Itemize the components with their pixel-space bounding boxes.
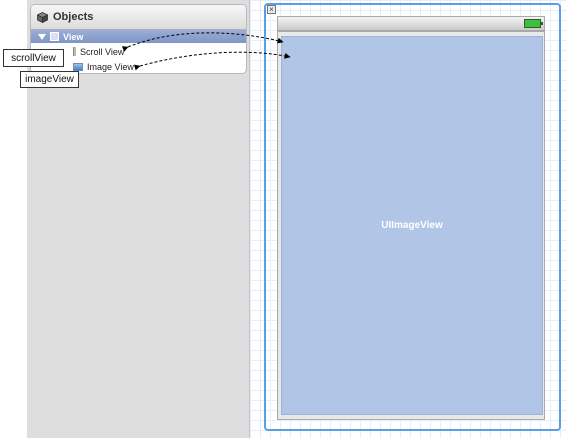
- connection-lines: [121, 32, 291, 71]
- connection-image-to-view: [133, 51, 291, 71]
- connection-scroll-to-view: [121, 32, 284, 52]
